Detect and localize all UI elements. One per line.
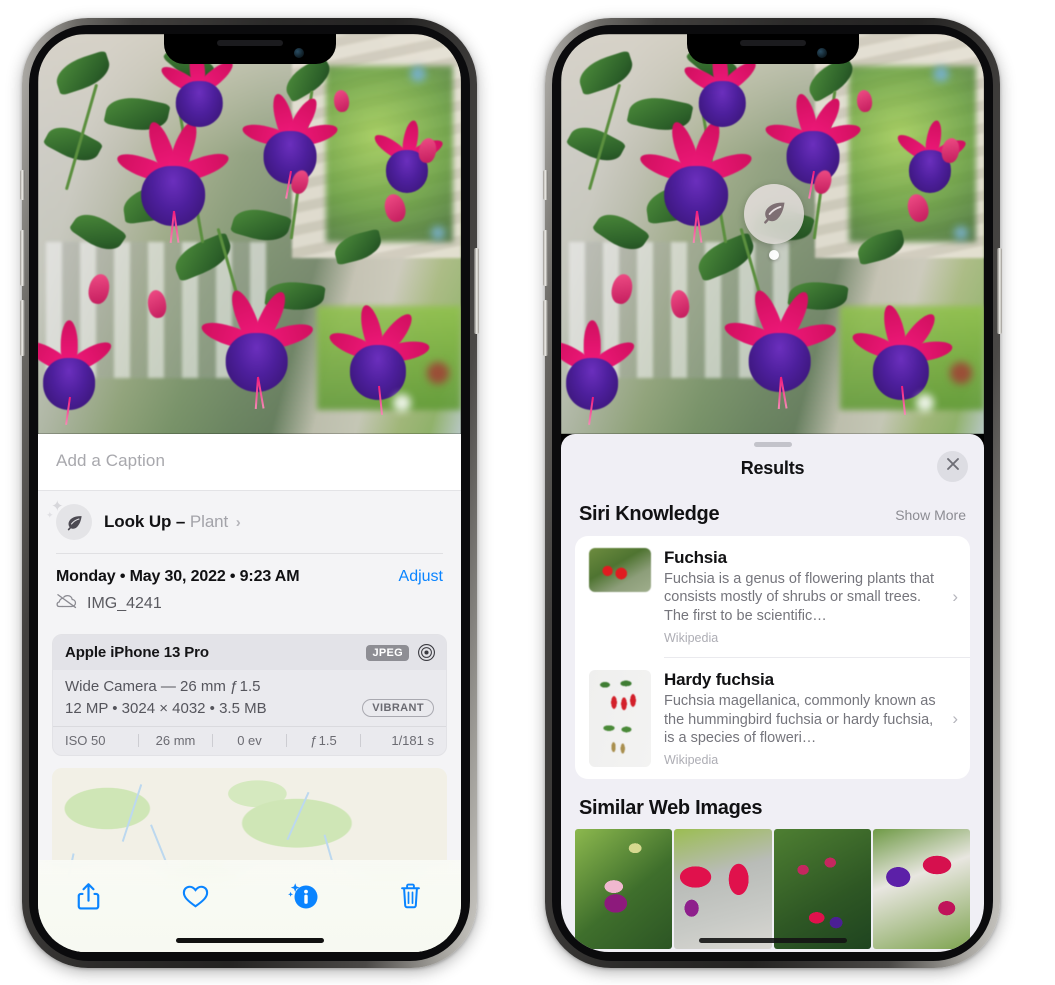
look-up-subject: Plant — [189, 512, 229, 531]
info-button[interactable] — [283, 876, 323, 916]
mute-switch[interactable] — [20, 170, 25, 200]
knowledge-title: Hardy fuchsia — [664, 670, 774, 690]
similar-image-thumbnail[interactable] — [872, 829, 970, 950]
knowledge-description: Fuchsia is a genus of flowering plants t… — [664, 571, 935, 624]
volume-down-button[interactable] — [543, 300, 548, 356]
knowledge-item[interactable]: Hardy fuchsia Fuchsia magellanica, commo… — [575, 658, 970, 779]
camera-card-body: Wide Camera — 26 mm ƒ 1.5 12 MP • 3024 ×… — [53, 670, 446, 726]
look-up-label: Look Up – Plant › — [104, 512, 241, 532]
photo-date: Monday • May 30, 2022 • 9:23 AM — [56, 568, 300, 585]
exif-shutter-speed: 1/181 s — [391, 733, 434, 748]
siri-knowledge-header: Siri Knowledge Show More — [561, 489, 984, 536]
home-indicator[interactable] — [175, 938, 324, 943]
exif-row: ISO 50 26 mm 0 ev ƒ 1.5 1/181 s — [53, 726, 446, 755]
show-more-button[interactable]: Show More — [895, 507, 966, 523]
phone-right: Results Siri Knowledge Show More Fuchsia… — [543, 18, 1002, 968]
sparkle-small-icon: ✦ — [46, 510, 54, 520]
volume-up-button[interactable] — [20, 230, 25, 286]
screenshot-stage: Add a Caption ✦ ✦ Look Up – Plant › Mond… — [0, 0, 1055, 985]
look-up-icon-wrap: ✦ ✦ — [46, 499, 92, 540]
favorite-button[interactable] — [176, 876, 216, 916]
siri-knowledge-card: Fuchsia Fuchsia is a genus of flowering … — [575, 536, 970, 780]
knowledge-thumbnail — [589, 670, 651, 768]
format-badge: JPEG — [366, 644, 409, 661]
results-header: Results — [561, 447, 984, 489]
volume-up-button[interactable] — [543, 230, 548, 286]
exif-exposure-bias: 0 ev — [237, 733, 262, 748]
camera-info-card[interactable]: Apple iPhone 13 Pro JPEG Wide Camera — 2… — [52, 634, 447, 756]
volume-down-button[interactable] — [20, 300, 25, 356]
look-up-row[interactable]: ✦ ✦ Look Up – Plant › — [38, 491, 461, 553]
chevron-right-icon: › — [952, 708, 958, 728]
results-sheet: Results Siri Knowledge Show More Fuchsia… — [561, 434, 984, 952]
siri-knowledge-title: Siri Knowledge — [579, 503, 720, 525]
earpiece-speaker — [739, 40, 806, 46]
similar-image-thumbnail[interactable] — [575, 829, 673, 950]
similar-web-images-strip[interactable] — [561, 829, 984, 950]
knowledge-title: Fuchsia — [664, 548, 727, 567]
exif-aperture: ƒ 1.5 — [310, 733, 337, 748]
photo-fuchsia[interactable] — [561, 34, 984, 434]
aperture-icon — [417, 643, 436, 662]
adjust-button[interactable]: Adjust — [399, 568, 443, 586]
chevron-right-icon: › — [235, 514, 241, 531]
similar-image-thumbnail[interactable] — [674, 829, 772, 950]
lens-info: Wide Camera — 26 mm ƒ 1.5 — [65, 678, 261, 695]
visual-lookup-badge[interactable] — [744, 184, 804, 244]
similar-image-thumbnail[interactable] — [773, 829, 871, 950]
share-button[interactable] — [68, 876, 108, 916]
mute-switch[interactable] — [543, 170, 548, 200]
front-camera — [816, 48, 827, 58]
camera-card-header: Apple iPhone 13 Pro JPEG — [53, 635, 446, 670]
phone-left: Add a Caption ✦ ✦ Look Up – Plant › Mond… — [20, 18, 479, 968]
look-up-title: Look Up — [104, 512, 172, 531]
knowledge-source: Wikipedia — [664, 753, 719, 768]
notch — [686, 34, 859, 64]
leaf-icon — [760, 198, 788, 231]
similar-web-images-header: Similar Web Images — [561, 779, 984, 829]
exif-iso: ISO 50 — [65, 733, 106, 748]
caption-input[interactable]: Add a Caption — [38, 434, 461, 491]
knowledge-description: Fuchsia magellanica, commonly known as t… — [664, 693, 936, 747]
photo-fuchsia[interactable] — [38, 34, 461, 434]
visual-lookup-anchor-dot — [769, 250, 779, 260]
exif-focal-length: 26 mm — [155, 733, 196, 748]
knowledge-thumbnail — [589, 548, 651, 592]
knowledge-item[interactable]: Fuchsia Fuchsia is a genus of flowering … — [575, 536, 970, 657]
photographic-style-badge: VIBRANT — [362, 699, 434, 717]
file-name: IMG_4241 — [87, 594, 162, 612]
power-button[interactable] — [474, 248, 479, 334]
similar-web-images-title: Similar Web Images — [579, 797, 763, 820]
close-icon — [946, 457, 960, 476]
front-camera — [293, 48, 304, 58]
photo-info-sheet: Add a Caption ✦ ✦ Look Up – Plant › Mond… — [38, 434, 461, 952]
date-block: Monday • May 30, 2022 • 9:23 AM Adjust I… — [38, 554, 461, 624]
notch — [163, 34, 336, 64]
power-button[interactable] — [997, 248, 1002, 334]
close-button[interactable] — [937, 451, 968, 482]
phone-screen-right: Results Siri Knowledge Show More Fuchsia… — [561, 34, 984, 952]
camera-device-name: Apple iPhone 13 Pro — [65, 644, 209, 661]
icloud-slash-icon — [56, 593, 78, 614]
home-indicator[interactable] — [698, 938, 847, 943]
look-up-dash: – — [175, 512, 186, 531]
knowledge-source: Wikipedia — [664, 631, 719, 646]
earpiece-speaker — [216, 40, 283, 46]
delete-button[interactable] — [391, 876, 431, 916]
phone-screen-left: Add a Caption ✦ ✦ Look Up – Plant › Mond… — [38, 34, 461, 952]
chevron-right-icon: › — [952, 586, 958, 606]
results-title: Results — [740, 457, 805, 478]
image-specs: 12 MP • 3024 × 4032 • 3.5 MB — [65, 699, 267, 717]
